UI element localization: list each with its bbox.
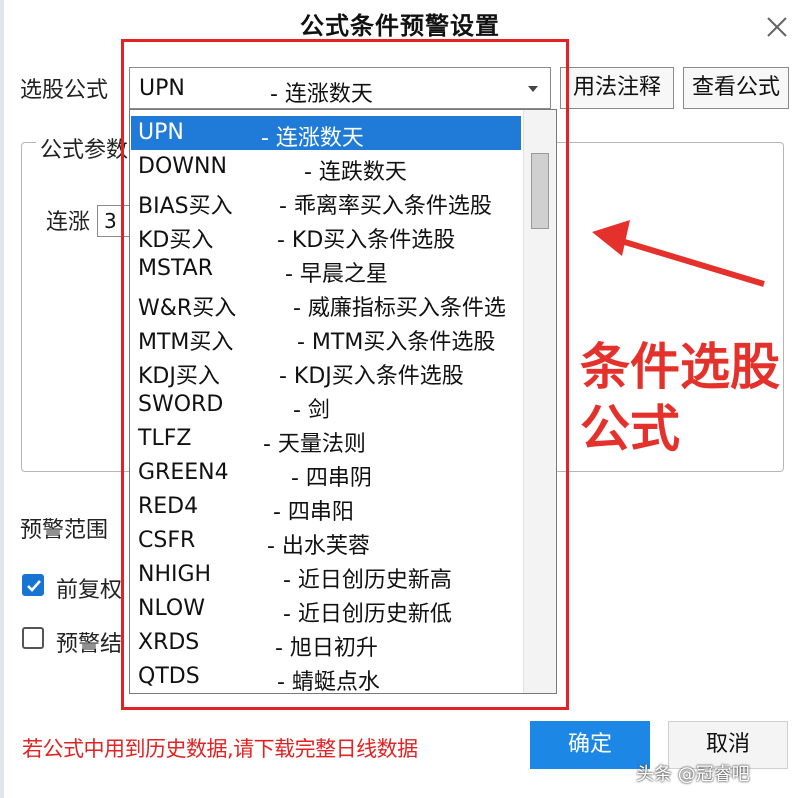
formula-dropdown-list[interactable]: UPN - 连涨数天 DOWNN - 连跌数天 BIAS买入 - 乖离率买入条件…: [129, 109, 557, 694]
item-code: W&R买入: [138, 296, 237, 321]
dropdown-item-kd[interactable]: KD买入 - KD买入条件选股: [131, 218, 521, 253]
item-desc: - 早晨之星: [285, 262, 388, 287]
item-desc: - 威廉指标买入条件选: [293, 296, 506, 321]
item-desc: - 出水芙蓉: [267, 534, 370, 559]
item-code: TLFZ: [138, 426, 192, 451]
item-code: KDJ买入: [138, 364, 220, 389]
usage-notes-button[interactable]: 用法注释: [560, 67, 674, 109]
item-code: QTDS: [138, 664, 200, 689]
dropdown-item-sword[interactable]: SWORD - 剑: [131, 388, 521, 423]
selected-formula-code: UPN: [139, 76, 185, 101]
formula-select[interactable]: UPN - 连涨数天: [129, 67, 551, 109]
range-label: 预警范围: [20, 518, 109, 543]
item-desc: - 蜻蜓点水: [277, 670, 380, 694]
dropdown-item-nhigh[interactable]: NHIGH - 近日创历史新高: [131, 558, 521, 593]
dropdown-item-tlfz[interactable]: TLFZ - 天量法则: [131, 422, 521, 457]
item-desc: - 近日创历史新低: [283, 602, 452, 627]
formula-alert-dialog: 公式条件预警设置 选股公式 UPN - 连涨数天 用法注释 查看公式 公式参数 …: [0, 0, 800, 798]
selected-formula-desc: - 连涨数天: [270, 82, 373, 107]
item-code: UPN: [138, 120, 184, 145]
item-code: XRDS: [138, 630, 200, 655]
red-arrow-icon: [592, 220, 765, 287]
dropdown-item-downn[interactable]: DOWNN - 连跌数天: [131, 150, 521, 185]
dropdown-item-red4[interactable]: RED4 - 四串阳: [131, 490, 521, 525]
close-icon[interactable]: [762, 12, 792, 42]
item-desc: - 四串阳: [273, 500, 354, 525]
item-desc: - 四串阴: [291, 466, 372, 491]
check-icon: [27, 580, 41, 592]
params-group-title: 公式参数: [36, 132, 133, 164]
item-desc: - 剑: [293, 398, 330, 423]
window-edge: [0, 0, 4, 798]
item-desc: - 天量法则: [263, 432, 366, 457]
item-desc: - 乖离率买入条件选股: [279, 194, 492, 219]
annotation-line-1: 条件选股: [580, 338, 780, 396]
dropdown-item-wr[interactable]: W&R买入 - 威廉指标买入条件选: [131, 286, 521, 321]
watermark: 头条 @冠睿吧: [636, 764, 750, 785]
dropdown-item-xrds[interactable]: XRDS - 旭日初升: [131, 626, 521, 661]
dialog-title: 公式条件预警设置: [300, 12, 500, 40]
dropdown-item-qtds[interactable]: QTDS - 蜻蜓点水: [131, 660, 521, 694]
forward-adjust-checkbox[interactable]: [22, 574, 44, 596]
dropdown-item-nlow[interactable]: NLOW - 近日创历史新低: [131, 592, 521, 627]
item-code: CSFR: [138, 528, 196, 553]
item-code: RED4: [138, 494, 199, 519]
scroll-thumb[interactable]: [531, 153, 549, 229]
ok-button[interactable]: 确定: [530, 721, 650, 769]
item-code: SWORD: [138, 392, 224, 417]
history-data-warning: 若公式中用到历史数据,请下载完整日线数据: [22, 737, 418, 761]
item-desc: - 近日创历史新高: [283, 568, 452, 593]
item-code: NHIGH: [138, 562, 212, 587]
annotation-line-2: 公式: [580, 400, 680, 458]
dropdown-item-bias[interactable]: BIAS买入 - 乖离率买入条件选股: [131, 184, 521, 219]
dropdown-item-csfr[interactable]: CSFR - 出水芙蓉: [131, 524, 521, 559]
dropdown-item-upn[interactable]: UPN - 连涨数天: [131, 116, 521, 151]
item-code: MSTAR: [138, 256, 214, 281]
forward-adjust-label: 前复权: [56, 578, 123, 603]
item-desc: - 连跌数天: [304, 160, 407, 185]
item-code: DOWNN: [138, 154, 227, 179]
alert-result-checkbox[interactable]: [22, 627, 44, 649]
item-desc: - KDJ买入条件选股: [279, 364, 464, 389]
formula-label: 选股公式: [20, 78, 109, 103]
item-code: NLOW: [138, 596, 205, 621]
dropdown-scrollbar[interactable]: [523, 110, 556, 693]
item-code: MTM买入: [138, 330, 234, 355]
item-desc: - KD买入条件选股: [277, 228, 456, 253]
item-desc: - 连涨数天: [261, 126, 364, 151]
item-desc: - MTM买入条件选股: [297, 330, 496, 355]
annotation-callout: 条件选股 公式: [580, 336, 790, 460]
dropdown-item-green4[interactable]: GREEN4 - 四串阴: [131, 456, 521, 491]
alert-result-label: 预警结: [56, 632, 123, 657]
view-formula-button[interactable]: 查看公式: [683, 67, 789, 109]
item-code: GREEN4: [138, 460, 229, 485]
dropdown-item-mtm[interactable]: MTM买入 - MTM买入条件选股: [131, 320, 521, 355]
param-label: 连涨: [46, 210, 91, 235]
dropdown-item-kdj[interactable]: KDJ买入 - KDJ买入条件选股: [131, 354, 521, 389]
item-code: KD买入: [138, 228, 214, 253]
item-code: BIAS买入: [138, 194, 233, 219]
dropdown-item-mstar[interactable]: MSTAR - 早晨之星: [131, 252, 521, 287]
item-desc: - 旭日初升: [275, 636, 378, 661]
chevron-down-icon: [528, 86, 538, 92]
